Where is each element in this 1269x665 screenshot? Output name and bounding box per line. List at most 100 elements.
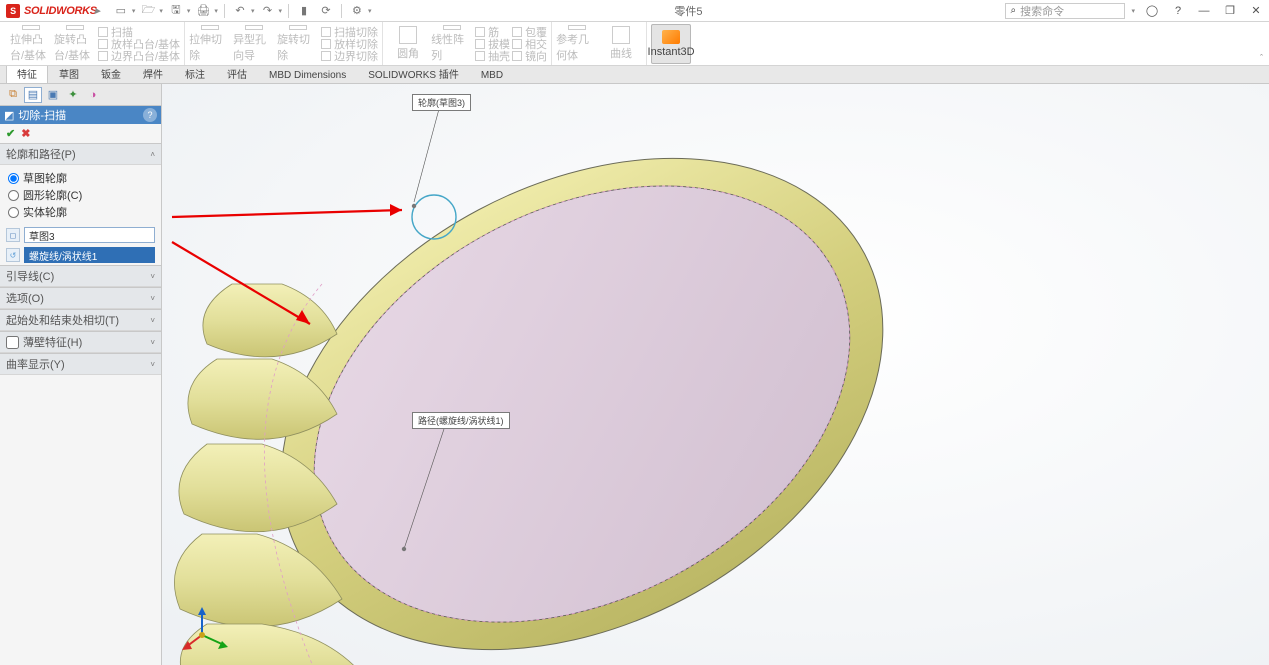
ribbon-collapse-icon[interactable]: ˆ <box>1260 53 1263 63</box>
tab-mbd-dimensions[interactable]: MBD Dimensions <box>258 67 357 83</box>
extrude-boss-button: 拉伸凸台/基体 <box>10 25 52 63</box>
minimize-button[interactable]: — <box>1195 2 1213 20</box>
window-minimize-icon[interactable]: — <box>1217 86 1231 100</box>
feature-manager-icon[interactable]: ⧉ <box>4 87 22 103</box>
apply-scene-icon[interactable]: ▢ <box>787 88 803 104</box>
sketch-profile-radio[interactable]: 草图轮廓 <box>8 170 153 186</box>
tab-sheetmetal[interactable]: 钣金 <box>90 63 132 83</box>
view-orientation-icon[interactable]: ◫ <box>689 88 705 104</box>
custom-properties-icon[interactable]: ☰ <box>1249 188 1265 204</box>
path-selector[interactable]: ↺ 螺旋线/涡状线1 <box>6 247 155 263</box>
options-button[interactable]: ⚙ <box>348 2 366 20</box>
chevron-down-icon: ˅ <box>150 316 155 325</box>
print-button[interactable]: 🖨 <box>194 2 212 20</box>
undo-button[interactable]: ↶ <box>231 2 249 20</box>
help-button[interactable]: ? <box>1169 2 1187 20</box>
restore-button[interactable]: ❐ <box>1221 2 1239 20</box>
profile-value[interactable]: 草图3 <box>24 227 155 243</box>
cancel-button[interactable]: ✖ <box>21 127 30 140</box>
property-manager-panel: ⧉ ▤ ▣ ✦ ◑ ◩ 切除-扫描 ? ✔ ✖ 轮廓和路径(P)˄ 草图轮廓 圆… <box>0 84 162 665</box>
pm-title: 切除-扫描 <box>18 107 66 123</box>
view-port-link-icon[interactable]: ⧉ <box>1200 86 1214 100</box>
display-manager-icon[interactable]: ◑ <box>84 87 102 103</box>
new-doc-button[interactable]: ▭ <box>112 2 130 20</box>
breadcrumb[interactable]: ▸ ⬢ 零件5（默认<<默认>_显... <box>172 86 322 102</box>
file-explorer-icon[interactable]: ▥ <box>1249 150 1265 166</box>
thin-feature-checkbox[interactable] <box>6 336 19 349</box>
revolve-boss-button: 旋转凸台/基体 <box>54 25 96 63</box>
ribbon: 拉伸凸台/基体 旋转凸台/基体 扫描 放样凸台/基体 边界凸台/基体 拉伸切除 … <box>0 22 1269 66</box>
breadcrumb-expand-icon[interactable]: ▸ <box>172 90 176 99</box>
app-menu-caret-icon[interactable]: ▶ <box>95 7 100 15</box>
title-bar: S SOLIDWORKS ▶ ▭▾ 🗁▾ 🖫▾ 🖨▾ ↶▾ ↷▾ ▮ ⟳ ⚙▾ … <box>0 0 1269 22</box>
task-pane-tabs: ⌂ ▤ ▥ ☰ <box>1249 112 1265 204</box>
part-icon: ⬢ <box>180 88 190 101</box>
rebuild-button[interactable]: ⟳ <box>317 2 335 20</box>
property-manager-icon[interactable]: ▤ <box>24 87 42 103</box>
fillet-button: 圆角 <box>387 25 429 63</box>
circular-profile-radio[interactable]: 圆形轮廓(C) <box>8 187 153 203</box>
appearances-icon[interactable] <box>1249 169 1265 185</box>
tab-sketch[interactable]: 草图 <box>48 63 90 83</box>
save-button[interactable]: 🖫 <box>167 2 185 20</box>
close-button[interactable]: ✕ <box>1247 2 1265 20</box>
command-tabs: 特征 草图 钣金 焊件 标注 评估 MBD Dimensions SOLIDWO… <box>0 66 1269 84</box>
curvature-display-section[interactable]: 曲率显示(Y)˅ <box>0 353 161 375</box>
confirm-cancel-icon[interactable]: ✖ <box>1226 144 1241 165</box>
view-port-split-icon[interactable]: ⊞ <box>1183 86 1197 100</box>
start-end-tangency-section[interactable]: 起始处和结束处相切(T)˅ <box>0 309 161 331</box>
chevron-up-icon: ˄ <box>150 150 155 159</box>
ok-button[interactable]: ✔ <box>6 127 15 140</box>
design-library-icon[interactable]: ▤ <box>1249 131 1265 147</box>
profile-path-section-header[interactable]: 轮廓和路径(P)˄ <box>0 143 161 165</box>
instant3d-button[interactable]: Instant3D <box>651 24 691 64</box>
section-view-icon[interactable]: ▦ <box>660 88 676 104</box>
linear-pattern-button: 线性阵列 <box>431 25 473 63</box>
confirm-ok-icon[interactable]: ✔ <box>1225 116 1243 142</box>
pm-title-bar: ◩ 切除-扫描 ? <box>0 106 161 124</box>
help-icon[interactable]: ? <box>143 108 157 122</box>
window-maximize-icon[interactable]: □ <box>1234 86 1248 100</box>
display-style-icon[interactable]: ▣ <box>709 88 725 104</box>
chevron-down-icon: ˅ <box>150 294 155 303</box>
dimxpert-icon[interactable]: ✦ <box>64 87 82 103</box>
open-doc-button[interactable]: 🗁 <box>139 2 157 20</box>
redo-button[interactable]: ↷ <box>258 2 276 20</box>
guide-curves-section[interactable]: 引导线(C)˅ <box>0 265 161 287</box>
sweep-cut-icon: ◩ <box>4 109 14 122</box>
solid-profile-radio[interactable]: 实体轮廓 <box>8 204 153 220</box>
hide-show-icon[interactable]: 👁 <box>738 88 754 104</box>
view-settings-icon[interactable]: 🖵 <box>816 88 832 104</box>
profile-callout[interactable]: 轮廓(草图3) <box>412 94 471 111</box>
heads-up-view-toolbar: ⤢ 🔍 ↩ ▦ ◫ ▣ 👁 ◉ ▢ 🖵 <box>600 88 832 104</box>
tab-mbd[interactable]: MBD <box>470 67 514 83</box>
app-logo: S SOLIDWORKS ▶ <box>0 4 106 18</box>
path-value[interactable]: 螺旋线/涡状线1 <box>24 247 155 263</box>
graphics-viewport[interactable]: ▸ ⬢ 零件5（默认<<默认>_显... ⤢ 🔍 ↩ ▦ ◫ ▣ 👁 ◉ ▢ 🖵… <box>162 84 1269 665</box>
select-button[interactable]: ▮ <box>295 2 313 20</box>
view-triad[interactable] <box>182 605 232 655</box>
path-slot-icon: ↺ <box>6 248 20 262</box>
edit-appearance-icon[interactable]: ◉ <box>767 88 783 104</box>
model-preview <box>162 84 1269 665</box>
instant3d-icon <box>662 30 680 44</box>
tab-annotate[interactable]: 标注 <box>174 63 216 83</box>
tab-weldments[interactable]: 焊件 <box>132 63 174 83</box>
profile-selector[interactable]: ◻ 草图3 <box>6 227 155 243</box>
panel-tab-icons: ⧉ ▤ ▣ ✦ ◑ <box>0 84 161 106</box>
zoom-fit-icon[interactable]: ⤢ <box>600 88 616 104</box>
previous-view-icon[interactable]: ↩ <box>640 88 656 104</box>
configuration-manager-icon[interactable]: ▣ <box>44 87 62 103</box>
curves-button: 曲线 <box>600 25 642 63</box>
thin-feature-section[interactable]: 薄壁特征(H)˅ <box>0 331 161 353</box>
path-callout[interactable]: 路径(螺旋线/涡状线1) <box>412 412 510 429</box>
options-section[interactable]: 选项(O)˅ <box>0 287 161 309</box>
search-input[interactable]: ⌕ 搜索命令 <box>1005 3 1125 19</box>
tab-features[interactable]: 特征 <box>6 63 48 83</box>
window-close-icon[interactable]: ✕ <box>1251 86 1265 100</box>
user-icon[interactable]: ◯ <box>1143 2 1161 20</box>
tab-evaluate[interactable]: 评估 <box>216 63 258 83</box>
zoom-area-icon[interactable]: 🔍 <box>620 88 636 104</box>
sw-resources-icon[interactable]: ⌂ <box>1249 112 1265 128</box>
tab-addins[interactable]: SOLIDWORKS 插件 <box>357 63 470 83</box>
